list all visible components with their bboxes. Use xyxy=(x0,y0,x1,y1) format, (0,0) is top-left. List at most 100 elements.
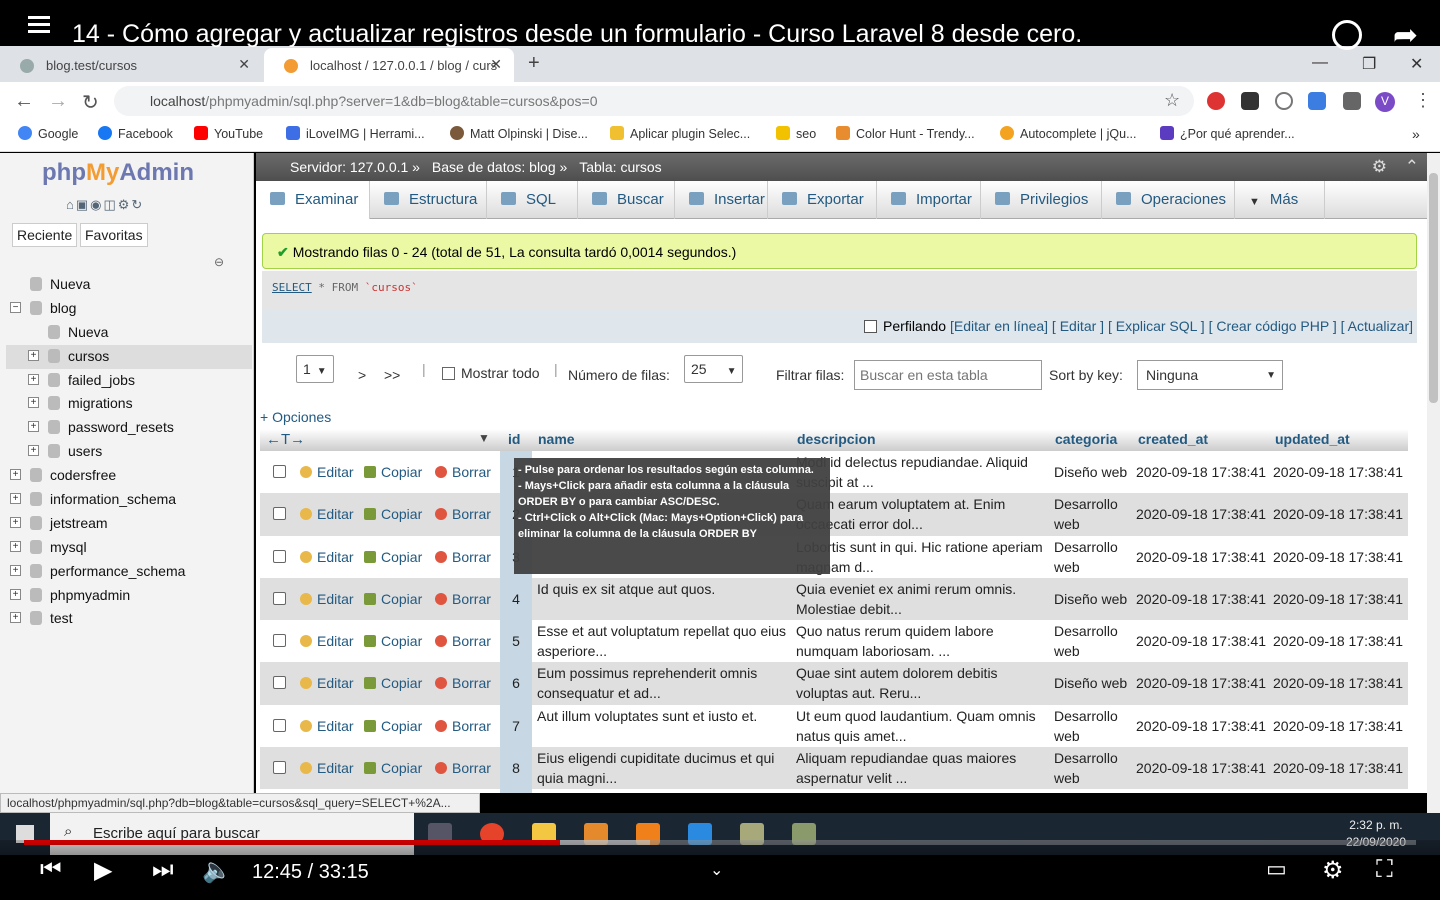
cell-categoria[interactable]: Diseño web xyxy=(1054,589,1127,609)
profiling-checkbox[interactable] xyxy=(864,320,878,333)
cell-updated-at[interactable]: 2020-09-18 17:38:41 xyxy=(1273,716,1403,736)
puzzle-icon[interactable] xyxy=(1343,92,1361,110)
cell-created-at[interactable]: 2020-09-18 17:38:41 xyxy=(1136,589,1266,609)
cell-descripcion[interactable]: Quae sint autem dolorem debitis voluptas … xyxy=(796,663,1048,703)
bookmark-facebook[interactable]: Facebook xyxy=(98,126,173,141)
cell-name[interactable]: Sit eligendi placeat voluptatem non xyxy=(537,790,789,793)
cell-created-at[interactable]: 2020-09-18 17:38:41 xyxy=(1136,504,1266,524)
delete-button[interactable]: Borrar xyxy=(435,716,491,736)
fullscreen-icon[interactable]: ⛶ xyxy=(1376,856,1393,884)
row-checkbox[interactable] xyxy=(273,634,286,648)
page-select[interactable]: 1 ▼ xyxy=(296,355,334,390)
new-tab-icon[interactable]: + xyxy=(528,52,540,75)
tree-item[interactable]: + jetstream xyxy=(6,512,252,536)
tree-item[interactable]: + information_schema xyxy=(6,488,252,512)
bookmark-autocomplete[interactable]: Autocomplete | jQu... xyxy=(1000,126,1137,141)
refresh-link[interactable]: [ Actualizar] xyxy=(1341,318,1413,334)
sort-select[interactable]: Ninguna ▼ xyxy=(1137,360,1283,390)
cell-created-at[interactable]: 2020-09-18 17:38:41 xyxy=(1136,631,1266,651)
restore-icon[interactable]: ❐ xyxy=(1362,54,1376,74)
bookmark-select-plugin[interactable]: Aplicar plugin Selec... xyxy=(610,126,750,141)
copy-button[interactable]: Copiar xyxy=(364,631,422,651)
options-link[interactable]: + Opciones xyxy=(260,409,331,425)
subtitles-icon[interactable]: ▭ xyxy=(1266,856,1287,882)
cell-categoria[interactable]: Diseño web xyxy=(1054,673,1127,693)
play-icon[interactable]: ▶ xyxy=(94,856,112,885)
tree-item[interactable]: + password_resets xyxy=(6,416,252,440)
tree-item[interactable]: Nueva xyxy=(6,273,252,297)
bookmark-seo[interactable]: seo xyxy=(776,126,816,141)
cell-descripcion[interactable]: Ut eum quod laudantium. Quam omnis natus … xyxy=(796,706,1048,746)
home-icon[interactable]: ⌂▣◉◫⚙↻ xyxy=(66,197,144,213)
column-updated-at[interactable]: updated_at xyxy=(1275,431,1350,447)
copy-button[interactable]: Copiar xyxy=(364,716,422,736)
create-php-link[interactable]: [ Crear código PHP ] xyxy=(1209,318,1337,334)
cell-categoria[interactable]: Desarrollo web xyxy=(1054,621,1118,661)
chevron-down-icon[interactable]: ⌄ xyxy=(710,860,723,880)
browser-tab-active[interactable]: localhost / 127.0.0.1 / blog / curs ✕ xyxy=(264,48,514,82)
delete-button[interactable]: Borrar xyxy=(435,631,491,651)
cell-updated-at[interactable]: 2020-09-18 17:38:41 xyxy=(1273,504,1403,524)
cell-id[interactable]: 5 xyxy=(500,620,532,663)
column-categoria[interactable]: categoria xyxy=(1055,431,1117,447)
cell-created-at[interactable]: 2020-09-18 17:38:41 xyxy=(1136,462,1266,482)
favorites-button[interactable]: Favoritas xyxy=(80,223,148,247)
bookmark-ilovimg[interactable]: iLoveIMG | Herrami... xyxy=(286,126,425,141)
share-icon[interactable]: ➦ xyxy=(1393,18,1418,53)
cell-id[interactable]: 9 xyxy=(500,789,532,793)
volume-icon[interactable]: 🔈 xyxy=(202,856,232,885)
column-id[interactable]: id xyxy=(508,431,520,447)
tab-importar[interactable]: Importar xyxy=(877,181,981,219)
cell-created-at[interactable]: 2020-09-18 17:38:41 xyxy=(1136,758,1266,778)
tree-item[interactable]: + users xyxy=(6,440,252,464)
tree-item[interactable]: + performance_schema xyxy=(6,560,252,584)
bookmark-youtube[interactable]: YouTube xyxy=(194,126,263,141)
cell-name[interactable]: Aut illum voluptates sunt et iusto et. xyxy=(537,706,789,726)
expand-icon[interactable]: + xyxy=(10,540,21,552)
menu-icon[interactable] xyxy=(28,12,50,37)
cell-descripcion[interactable]: Quo natus rerum quidem labore numquam lab… xyxy=(796,621,1048,661)
tree-item[interactable]: + cursos xyxy=(6,344,252,369)
minimize-icon[interactable]: — xyxy=(1312,54,1328,72)
cell-id[interactable]: 6 xyxy=(500,662,532,705)
filter-input[interactable] xyxy=(854,360,1042,390)
edit-button[interactable]: Editar xyxy=(300,631,354,651)
edit-button[interactable]: Editar xyxy=(300,589,354,609)
tab-exportar[interactable]: Exportar xyxy=(768,181,877,219)
delete-button[interactable]: Borrar xyxy=(435,589,491,609)
edit-button[interactable]: Editar xyxy=(300,547,354,567)
forward-icon[interactable]: → xyxy=(48,90,68,113)
bookmark-por-que[interactable]: ¿Por qué aprender... xyxy=(1160,126,1295,141)
row-checkbox[interactable] xyxy=(273,718,286,732)
star-icon[interactable]: ☆ xyxy=(1164,90,1180,111)
next-page-button[interactable]: > xyxy=(358,367,366,396)
collapse-icon[interactable]: − xyxy=(10,301,21,313)
expand-icon[interactable]: + xyxy=(10,612,21,624)
cell-name[interactable]: Id quis ex sit atque aut quos. xyxy=(537,579,789,599)
breadcrumb-db[interactable]: Base de datos: blog » xyxy=(432,159,567,175)
expand-icon[interactable]: + xyxy=(10,469,21,481)
column-created-at[interactable]: created_at xyxy=(1138,431,1208,447)
bookmark-color-hunt[interactable]: Color Hunt - Trendy... xyxy=(836,126,975,141)
cell-descripcion[interactable]: Modi id delectus repudiandae. Aliquid sus… xyxy=(796,452,1048,492)
tree-item[interactable]: + phpmyadmin xyxy=(6,584,252,608)
gear-icon[interactable]: ⚙ xyxy=(1372,157,1387,177)
expand-icon[interactable]: + xyxy=(10,588,21,600)
video-title[interactable]: 14 - Cómo agregar y actualizar registros… xyxy=(72,20,1082,49)
tab-sql[interactable]: SQL xyxy=(487,181,578,219)
cell-categoria[interactable]: Desarrollo web xyxy=(1054,706,1118,746)
copy-button[interactable]: Copiar xyxy=(364,547,422,567)
close-tab-icon[interactable]: ✕ xyxy=(490,56,502,73)
cell-id[interactable]: 8 xyxy=(500,747,532,790)
explain-sql-link[interactable]: [ Explicar SQL ] xyxy=(1108,318,1205,334)
row-checkbox[interactable] xyxy=(273,549,286,563)
tree-item[interactable]: + failed_jobs xyxy=(6,369,252,393)
copy-button[interactable]: Copiar xyxy=(364,758,422,778)
delete-button[interactable]: Borrar xyxy=(435,758,491,778)
tree-item[interactable]: + codersfree xyxy=(6,464,252,488)
tab-buscar[interactable]: Buscar xyxy=(578,181,675,219)
browser-tab[interactable]: blog.test/cursos ✕ xyxy=(0,48,262,82)
breadcrumb-server[interactable]: Servidor: 127.0.0.1 » xyxy=(290,159,420,175)
expand-icon[interactable]: + xyxy=(28,445,39,457)
cell-created-at[interactable]: 2020-09-18 17:38:41 xyxy=(1136,547,1266,567)
